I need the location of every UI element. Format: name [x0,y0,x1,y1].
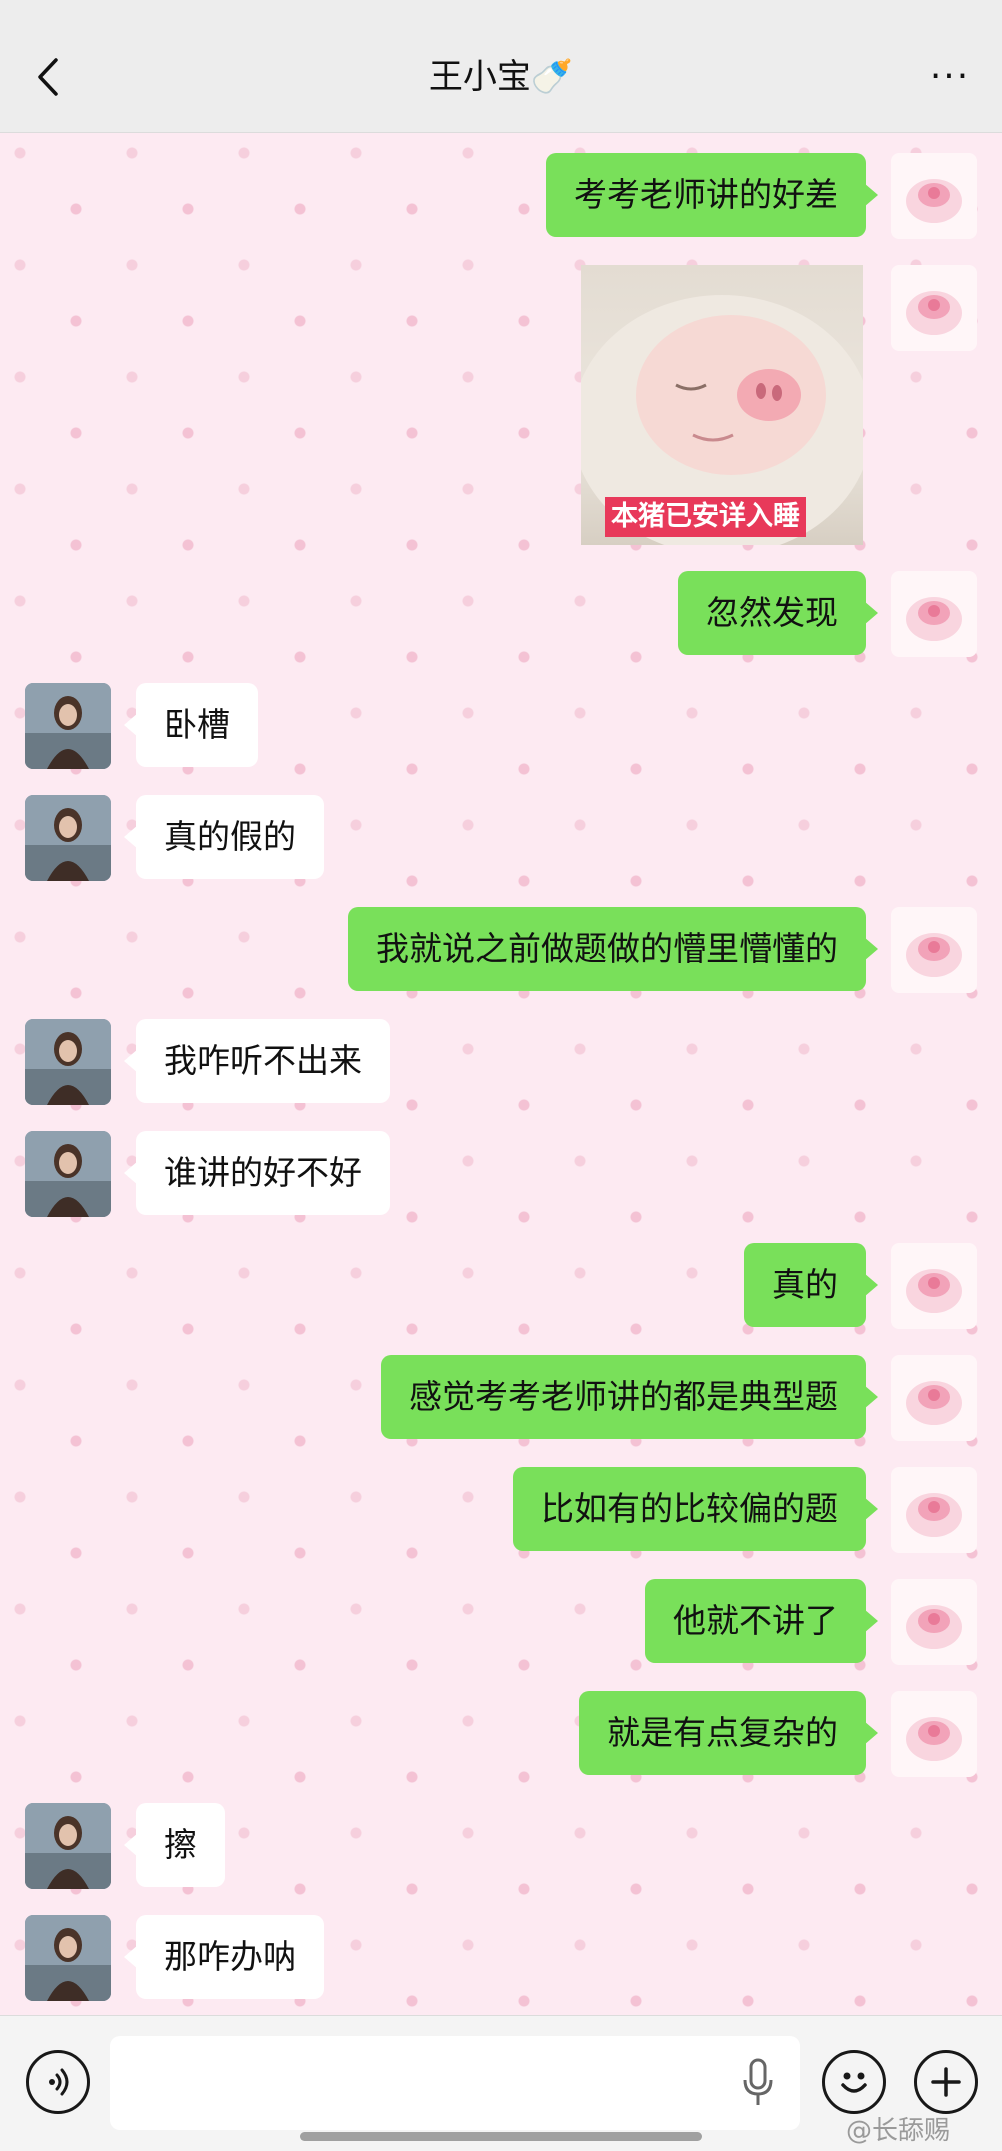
my-avatar[interactable] [891,571,977,657]
rose-avatar-icon [906,933,962,977]
message-bubble-sent[interactable]: 考考老师讲的好差 [546,153,878,237]
contact-avatar[interactable] [25,795,111,881]
voice-mode-button[interactable] [26,2050,90,2114]
message-bubble-sent[interactable]: 忽然发现 [678,571,878,655]
plus-icon [931,2067,961,2097]
message-bubble-sent[interactable]: 感觉考考老师讲的都是典型题 [381,1355,878,1439]
contact-avatar[interactable] [25,1803,111,1889]
sticker-caption: 本猪已安详入睡 [605,497,806,537]
more-options-button[interactable]: ··· [924,56,976,97]
emoji-icon [841,2072,867,2093]
message-bubble-sent[interactable]: 比如有的比较偏的题 [513,1467,878,1551]
rose-avatar-icon [906,1269,962,1313]
message-bubble-received[interactable]: 那咋办呐 [124,1915,324,1999]
rose-avatar-icon [906,1493,962,1537]
message-bubble-received[interactable]: 卧槽 [124,683,258,767]
voice-mode-icon [49,2068,69,2096]
message-list[interactable]: 考考老师讲的好差 本猪已安详入睡 忽然发现 卧槽 真的假的 我就说之前做题做的懵… [0,133,1002,2015]
home-indicator [300,2132,702,2141]
my-avatar[interactable] [891,265,977,351]
message-bubble-received[interactable]: 擦 [124,1803,225,1887]
contact-avatar[interactable] [25,683,111,769]
contact-avatar[interactable] [25,1131,111,1217]
person-photo-icon [25,1915,111,2001]
rose-avatar-icon [906,1605,962,1649]
person-photo-icon [25,1803,111,1889]
message-bubble-sent[interactable]: 我就说之前做题做的懵里懵懂的 [348,907,878,991]
person-photo-icon [25,795,111,881]
sticker-message[interactable]: 本猪已安详入睡 [581,265,863,545]
rose-avatar-icon [906,1717,962,1761]
person-photo-icon [25,1131,111,1217]
person-photo-icon [25,683,111,769]
contact-avatar[interactable] [25,1915,111,2001]
rose-avatar-icon [906,597,962,641]
message-bubble-sent[interactable]: 他就不讲了 [645,1579,878,1663]
my-avatar[interactable] [891,1243,977,1329]
rose-avatar-icon [906,179,962,223]
my-avatar[interactable] [891,1691,977,1777]
my-avatar[interactable] [891,1579,977,1665]
microphone-icon[interactable] [740,2058,776,2108]
contact-avatar[interactable] [25,1019,111,1105]
my-avatar[interactable] [891,1467,977,1553]
message-bubble-received[interactable]: 真的假的 [124,795,324,879]
chat-title: 王小宝🍼 [428,57,574,97]
message-input[interactable] [110,2036,800,2130]
more-actions-button[interactable] [914,2050,978,2114]
message-bubble-received[interactable]: 谁讲的好不好 [124,1131,390,1215]
weibo-watermark: @长舔赐 [846,2116,951,2146]
message-bubble-received[interactable]: 我咋听不出来 [124,1019,390,1103]
person-photo-icon [25,1019,111,1105]
chat-header: 王小宝🍼 ··· [0,0,1002,133]
my-avatar[interactable] [891,907,977,993]
rose-avatar-icon [906,291,962,335]
message-bubble-sent[interactable]: 真的 [744,1243,878,1327]
my-avatar[interactable] [891,1355,977,1441]
my-avatar[interactable] [891,153,977,239]
emoji-button[interactable] [822,2050,886,2114]
rose-avatar-icon [906,1381,962,1425]
message-bubble-sent[interactable]: 就是有点复杂的 [579,1691,878,1775]
